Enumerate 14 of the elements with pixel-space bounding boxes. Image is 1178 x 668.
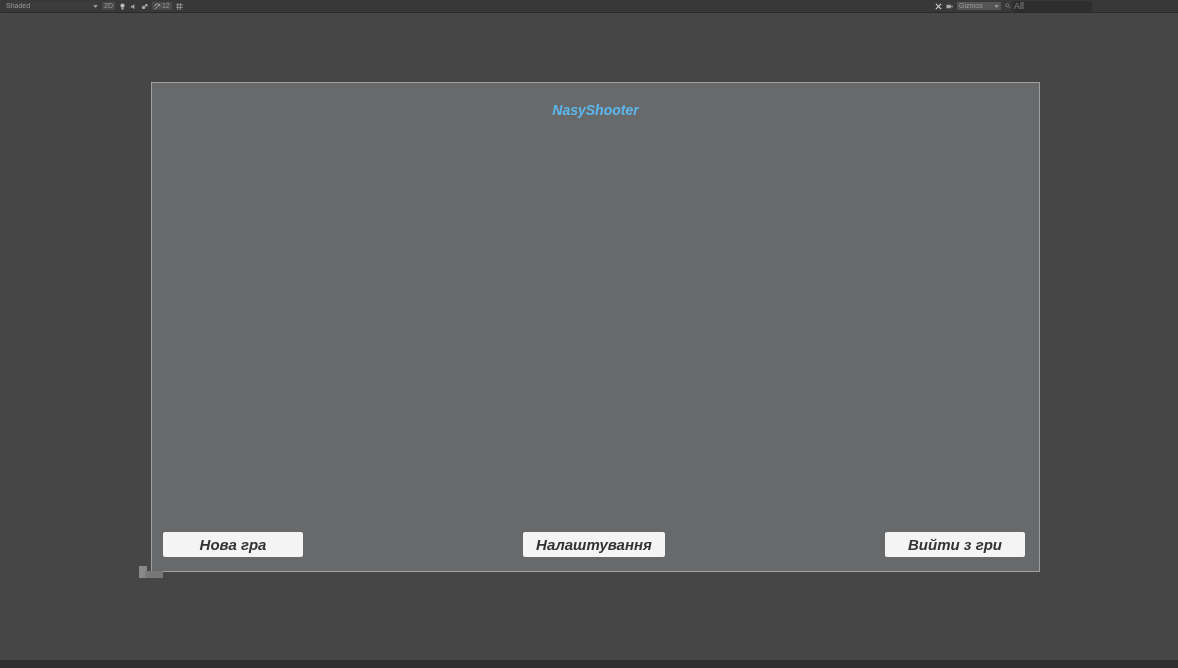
caret-icon <box>93 4 98 8</box>
effects-icon[interactable] <box>140 2 148 10</box>
light-bulb-icon[interactable] <box>118 2 126 10</box>
tools-icon[interactable] <box>935 2 942 10</box>
caret-icon <box>994 4 999 8</box>
camera-icon[interactable] <box>946 2 953 10</box>
game-title: NasyShooter <box>552 102 639 118</box>
menu-button[interactable]: Нова гра <box>163 532 303 557</box>
grid-icon[interactable] <box>175 2 183 10</box>
menu-button[interactable]: Налаштування <box>523 532 665 557</box>
search-icon <box>1005 3 1011 9</box>
search-field[interactable]: All <box>1012 0 1092 12</box>
speaker-icon[interactable] <box>129 2 137 10</box>
menu-button[interactable]: Вийти з гри <box>885 532 1025 557</box>
